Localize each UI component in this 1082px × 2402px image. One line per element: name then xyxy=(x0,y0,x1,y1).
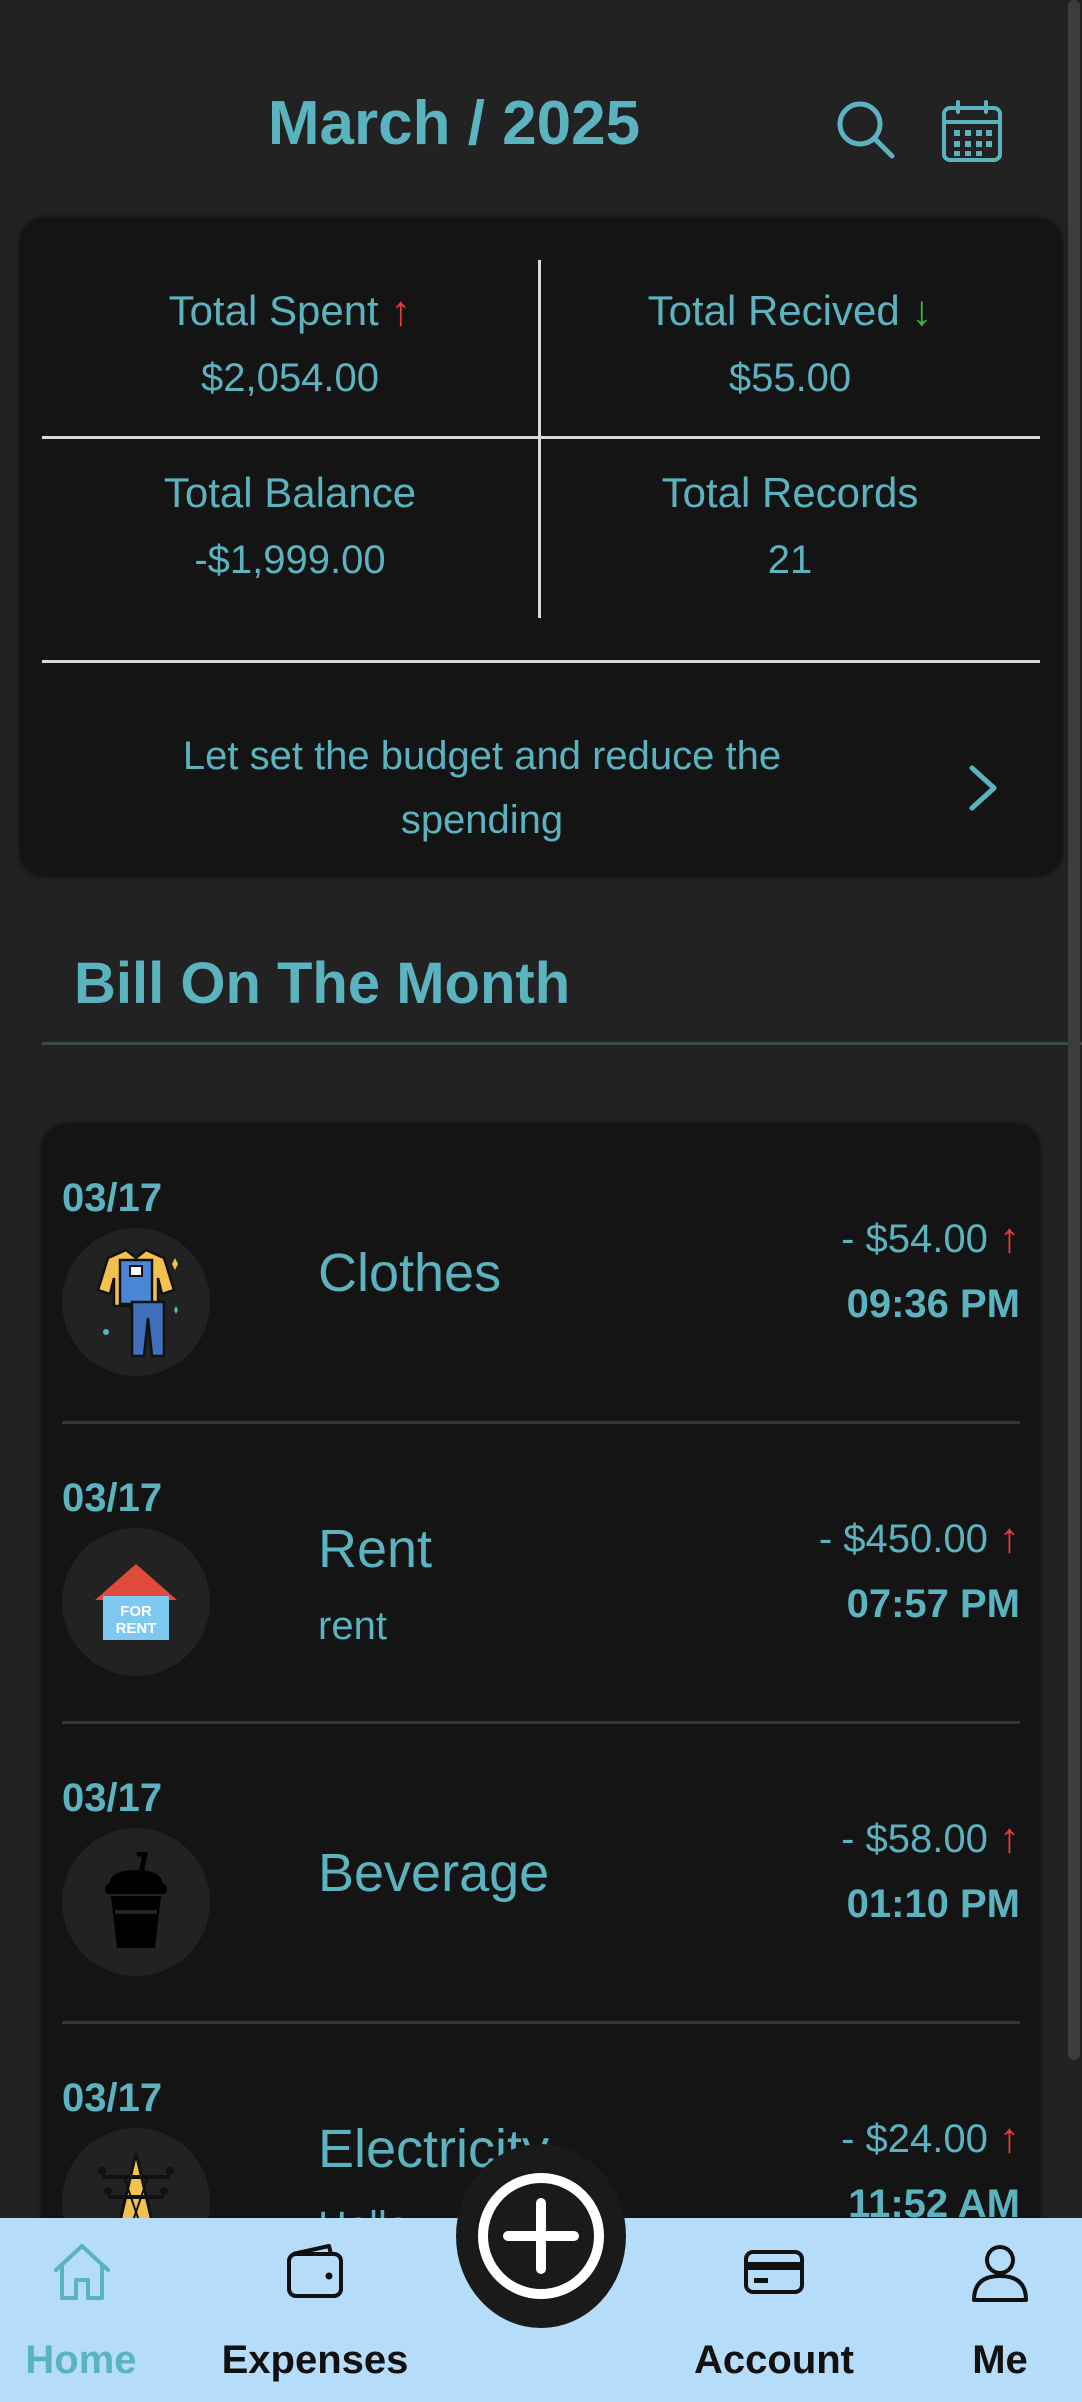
divider xyxy=(42,436,1040,439)
total-spent-label: Total Spent xyxy=(168,287,379,334)
bill-amount: - $54.00 ↑ xyxy=(841,1214,1020,1262)
total-records-value: 21 xyxy=(767,538,813,582)
arrow-up-icon: ↑ xyxy=(999,2114,1020,2161)
bill-amount: - $450.00 ↑ xyxy=(819,1514,1020,1562)
divider xyxy=(538,260,541,618)
total-records-label: Total Records xyxy=(661,469,919,516)
bill-item[interactable]: 03/17 FOR RENT Rent rent - $450.00 ↑ 07:… xyxy=(62,1424,1020,1724)
bill-amount-value: - $24.00 xyxy=(841,2117,988,2161)
for-rent-text: RENT xyxy=(116,1620,157,1637)
nav-account-label: Account xyxy=(694,2338,854,2382)
chevron-right-icon xyxy=(969,765,997,811)
bill-category-avatar: FOR RENT xyxy=(62,1528,210,1676)
bill-amount: - $24.00 ↑ xyxy=(841,2114,1020,2162)
nav-me[interactable]: Me xyxy=(950,2218,1050,2402)
bill-note: rent xyxy=(318,1604,387,1648)
for-rent-house-icon: FOR RENT xyxy=(95,1564,177,1640)
clothes-icon xyxy=(96,1248,178,1358)
total-received-value: $55.00 xyxy=(728,356,852,400)
nav-account[interactable]: Account xyxy=(676,2218,872,2402)
bill-category: Rent xyxy=(318,1519,433,1579)
bill-date: 03/17 xyxy=(62,2076,163,2120)
total-balance-stat: Total Balance -$1,999.00 xyxy=(40,469,540,582)
app-screen: March / 2025 Total Spent ↑ $2,054.00 Tot… xyxy=(0,0,1082,2402)
bill-amount: - $58.00 ↑ xyxy=(841,1814,1020,1862)
scrollbar[interactable] xyxy=(1068,0,1080,2060)
total-balance-value: -$1,999.00 xyxy=(194,538,386,582)
card-icon xyxy=(744,2250,804,2294)
arrow-down-icon: ↓ xyxy=(911,287,933,334)
bill-amount-value: - $54.00 xyxy=(841,1217,988,1261)
bill-time: 01:10 PM xyxy=(846,1882,1020,1926)
bill-item[interactable]: 03/17 Clothes - $54.00 ↑ 09:36 PM xyxy=(62,1124,1020,1424)
section-title: Bill On The Month xyxy=(74,951,571,1016)
header: March / 2025 xyxy=(0,0,1082,210)
total-spent-value: $2,054.00 xyxy=(201,356,379,400)
nav-expenses[interactable]: Expenses xyxy=(210,2218,420,2402)
arrow-up-icon: ↑ xyxy=(999,1214,1020,1261)
nav-home-label: Home xyxy=(25,2338,137,2382)
bill-category-avatar xyxy=(62,1828,210,1976)
total-spent-stat: Total Spent ↑ $2,054.00 xyxy=(40,287,540,400)
total-records-stat: Total Records 21 xyxy=(540,469,1040,582)
arrow-up-icon: ↑ xyxy=(999,1514,1020,1561)
bill-category: Beverage xyxy=(318,1843,550,1903)
bill-item[interactable]: 03/17 Beverage - $58.00 ↑ 01:10 PM xyxy=(62,1724,1020,2024)
total-balance-label: Total Balance xyxy=(163,469,417,516)
total-received-label: Total Recived xyxy=(647,287,900,334)
bill-amount-value: - $58.00 xyxy=(841,1817,988,1861)
nav-me-label: Me xyxy=(972,2338,1028,2382)
bill-date: 03/17 xyxy=(62,1776,163,1820)
bill-category-avatar xyxy=(62,1228,210,1376)
add-record-button[interactable] xyxy=(456,2144,626,2328)
bill-amount-value: - $450.00 xyxy=(818,1517,988,1561)
bill-time: 07:57 PM xyxy=(846,1582,1020,1626)
month-year-title[interactable]: March / 2025 xyxy=(0,88,908,159)
arrow-up-icon: ↑ xyxy=(390,287,412,334)
for-rent-text: FOR xyxy=(120,1603,152,1620)
calendar-icon[interactable] xyxy=(940,100,1004,164)
set-budget-link[interactable]: Let set the budget and reduce the spendi… xyxy=(42,666,1040,866)
summary-card: Total Spent ↑ $2,054.00 Total Recived ↓ … xyxy=(20,218,1062,876)
section-divider xyxy=(42,1042,1082,1045)
user-icon xyxy=(972,2245,1028,2302)
search-icon[interactable] xyxy=(834,98,898,162)
plus-circle-icon xyxy=(478,2173,604,2299)
budget-prompt: Let set the budget and reduce the spendi… xyxy=(182,734,782,842)
divider xyxy=(42,660,1040,663)
bill-time: 09:36 PM xyxy=(846,1282,1020,1326)
nav-expenses-label: Expenses xyxy=(221,2338,409,2382)
bill-date: 03/17 xyxy=(62,1476,163,1520)
arrow-up-icon: ↑ xyxy=(999,1814,1020,1861)
total-received-stat: Total Recived ↓ $55.00 xyxy=(540,287,1040,400)
bill-category: Clothes xyxy=(318,1243,502,1303)
wallet-icon xyxy=(287,2244,343,2298)
home-icon xyxy=(54,2244,110,2300)
bill-date: 03/17 xyxy=(62,1176,163,1220)
nav-home[interactable]: Home xyxy=(0,2218,162,2402)
beverage-cup-icon xyxy=(105,1852,167,1948)
